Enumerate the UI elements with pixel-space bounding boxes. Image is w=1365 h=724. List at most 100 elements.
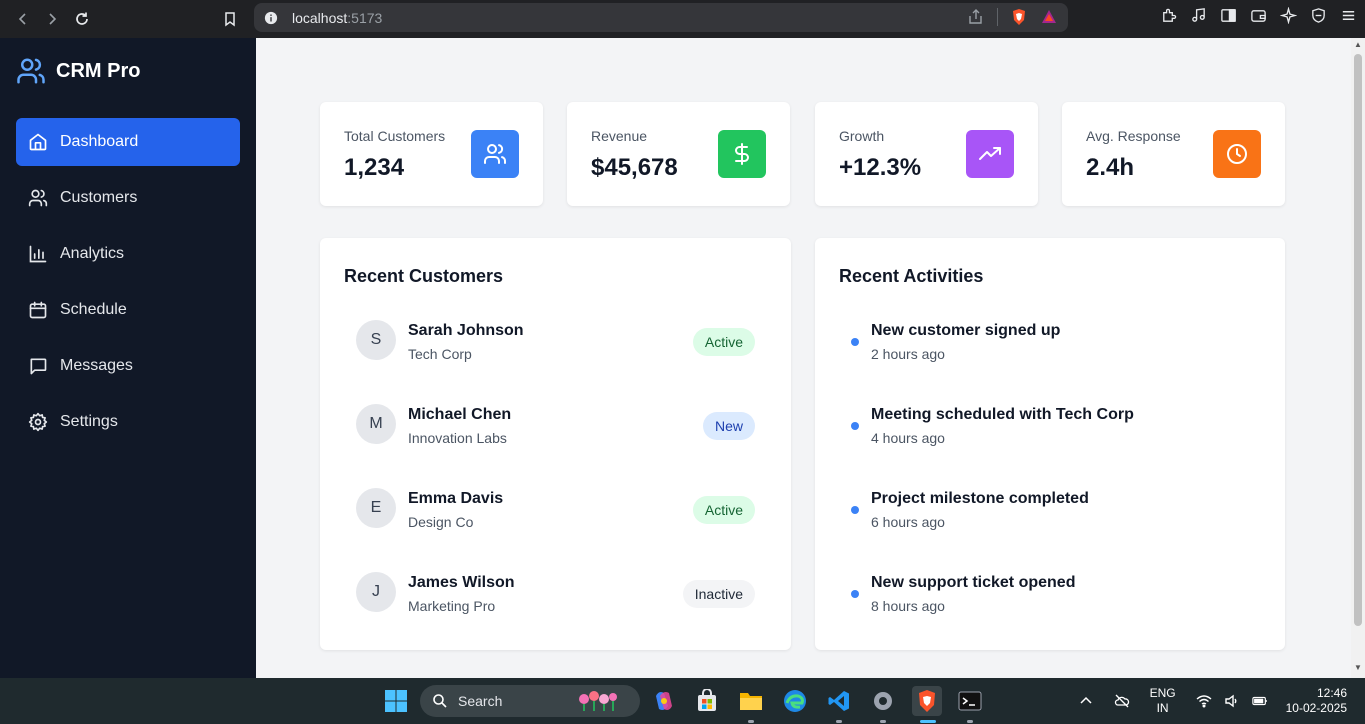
activity-dot: [851, 590, 859, 598]
stat-label: Total Customers: [344, 128, 446, 144]
reload-icon[interactable]: [67, 4, 97, 34]
list-item[interactable]: J James Wilson Marketing Pro Inactive: [356, 570, 755, 630]
url-port: :5173: [347, 9, 383, 26]
system-tray: ENG IN 12:46 10-02-2025: [1072, 678, 1365, 724]
brand[interactable]: CRM Pro: [16, 56, 140, 86]
activity-time: 2 hours ago: [871, 346, 945, 362]
recent-customers-panel: Recent Customers S Sarah Johnson Tech Co…: [320, 238, 791, 650]
users-icon: [17, 58, 45, 84]
dollar-icon: [718, 130, 766, 178]
activity-dot: [851, 422, 859, 430]
cloud-off-icon[interactable]: [1114, 693, 1130, 709]
activity-dot: [851, 338, 859, 346]
stat-value: $45,678: [591, 154, 678, 181]
brave-shield-icon[interactable]: [1010, 8, 1028, 26]
gear-icon: [28, 412, 48, 432]
customer-name: James Wilson: [408, 574, 515, 591]
wallet-icon[interactable]: [1249, 6, 1267, 24]
sidebar-item-dashboard[interactable]: Dashboard: [16, 118, 240, 166]
scroll-up-icon[interactable]: ▲: [1354, 41, 1362, 49]
menu-icon[interactable]: [1339, 6, 1357, 24]
list-item[interactable]: S Sarah Johnson Tech Corp Active: [356, 318, 755, 378]
clock-icon: [1213, 130, 1261, 178]
back-icon[interactable]: [8, 4, 38, 34]
windows-start-icon[interactable]: [381, 686, 411, 716]
stat-label: Avg. Response: [1086, 128, 1181, 144]
sidebar-toggle-icon[interactable]: [1219, 6, 1237, 24]
customer-company: Design Co: [408, 514, 474, 530]
stat-card-total-customers: Total Customers 1,234: [320, 102, 543, 206]
language-code: ENG: [1149, 686, 1176, 700]
store-icon[interactable]: [692, 686, 722, 716]
sidebar-nav: Dashboard Customers Analytics Schedule M…: [16, 118, 240, 454]
list-item[interactable]: Project milestone completed 6 hours ago: [851, 486, 1271, 546]
home-icon: [29, 133, 47, 151]
running-indicator: [836, 720, 842, 723]
site-info-icon[interactable]: [264, 11, 278, 25]
sidebar-item-schedule[interactable]: Schedule: [16, 286, 240, 334]
settings-app-icon[interactable]: [868, 686, 898, 716]
bookmark-icon[interactable]: [215, 4, 245, 34]
list-item[interactable]: E Emma Davis Design Co Active: [356, 486, 755, 546]
running-indicator: [880, 720, 886, 723]
volume-icon[interactable]: [1224, 693, 1240, 709]
leo-ai-icon[interactable]: [1279, 6, 1297, 24]
sidebar-item-analytics[interactable]: Analytics: [16, 230, 240, 278]
status-badge: New: [702, 412, 755, 440]
brand-name: CRM Pro: [56, 59, 141, 82]
activity-title: New support ticket opened: [871, 574, 1076, 591]
recent-activities-panel: Recent Activities New customer signed up…: [815, 238, 1285, 650]
terminal-icon[interactable]: [955, 686, 985, 716]
sidebar-item-label: Schedule: [60, 301, 127, 318]
chevron-up-icon[interactable]: [1078, 693, 1094, 709]
avatar: E: [356, 488, 396, 528]
address-bar[interactable]: localhost:5173: [254, 3, 1068, 32]
sidebar-item-customers[interactable]: Customers: [16, 174, 240, 222]
sidebar: CRM Pro Dashboard Customers Analytics Sc…: [0, 38, 256, 678]
stat-label: Growth: [839, 128, 885, 144]
list-item[interactable]: New customer signed up 2 hours ago: [851, 318, 1271, 378]
stat-value: +12.3%: [839, 154, 922, 181]
edge-icon[interactable]: [780, 686, 810, 716]
copilot-icon[interactable]: [649, 686, 679, 716]
share-icon[interactable]: [967, 8, 985, 26]
language-indicator[interactable]: ENG IN: [1150, 686, 1176, 716]
page-scrollbar[interactable]: ▲ ▼: [1351, 38, 1365, 678]
scroll-down-icon[interactable]: ▼: [1354, 664, 1362, 672]
stat-label: Revenue: [591, 128, 648, 144]
clock-date: 10-02-2025: [1285, 701, 1347, 715]
message-icon: [30, 358, 47, 375]
active-indicator: [920, 720, 936, 723]
brave-browser-icon[interactable]: [912, 686, 942, 716]
running-indicator: [967, 720, 973, 723]
search-label: Search: [458, 693, 503, 709]
music-icon[interactable]: [1189, 6, 1207, 24]
users-icon: [28, 189, 48, 207]
scroll-thumb[interactable]: [1354, 54, 1362, 626]
brave-rewards-icon[interactable]: [1040, 8, 1058, 26]
sidebar-item-settings[interactable]: Settings: [16, 398, 240, 446]
forward-icon[interactable]: [37, 4, 67, 34]
extensions-icon[interactable]: [1159, 6, 1177, 24]
browser-toolbar: localhost:5173: [0, 0, 1365, 38]
file-explorer-icon[interactable]: [736, 686, 766, 716]
sidebar-item-messages[interactable]: Messages: [16, 342, 240, 390]
customer-name: Sarah Johnson: [408, 322, 524, 339]
wifi-icon[interactable]: [1196, 693, 1212, 709]
avatar: M: [356, 404, 396, 444]
tulips-icon: [579, 691, 617, 711]
activity-time: 6 hours ago: [871, 514, 945, 530]
list-item[interactable]: Meeting scheduled with Tech Corp 4 hours…: [851, 402, 1271, 462]
sidebar-item-label: Analytics: [60, 245, 125, 262]
clock[interactable]: 12:46 10-02-2025: [1286, 686, 1347, 716]
taskbar-search[interactable]: Search: [420, 685, 640, 717]
vpn-shield-icon[interactable]: [1309, 6, 1327, 24]
vscode-icon[interactable]: [824, 686, 854, 716]
battery-icon[interactable]: [1251, 693, 1268, 709]
customer-name: Michael Chen: [408, 406, 512, 423]
bar-chart-icon: [29, 245, 47, 263]
customer-name: Emma Davis: [408, 490, 504, 507]
list-item[interactable]: M Michael Chen Innovation Labs New: [356, 402, 755, 462]
stat-card-avg-response: Avg. Response 2.4h: [1062, 102, 1285, 206]
list-item[interactable]: New support ticket opened 8 hours ago: [851, 570, 1271, 630]
